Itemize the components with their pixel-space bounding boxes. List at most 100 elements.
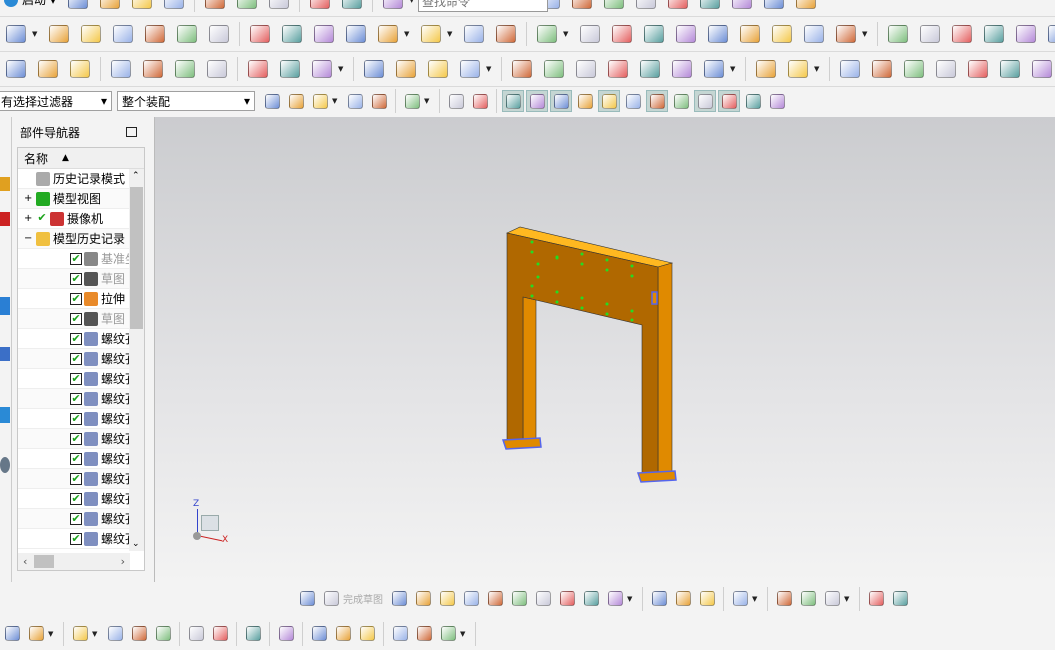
relation-browser-icon[interactable] [413,623,435,645]
table-icon[interactable] [541,56,567,82]
convert-icon[interactable] [889,588,911,610]
dimension-icon[interactable] [669,56,695,82]
make-corner-icon[interactable] [696,588,718,610]
tree-item[interactable]: ✔ 螺纹孔 [18,529,144,549]
new-file-icon[interactable] [97,0,123,13]
app-start-icon[interactable] [65,0,91,13]
profile-icon[interactable] [388,588,410,610]
edge-blend-icon[interactable] [673,21,699,47]
quadrant-icon[interactable] [670,90,692,112]
arrow-face-icon[interactable] [633,0,659,13]
tree-item[interactable]: ✔ 螺纹孔 [18,429,144,449]
endpoint-icon[interactable] [526,90,548,112]
sketch-shape-icon[interactable] [375,21,401,47]
dropdown-arrow-icon[interactable]: ▼ [404,30,412,38]
dropdown-arrow-icon[interactable]: ▼ [862,30,870,38]
curve-point-icon[interactable] [574,90,596,112]
dropdown-arrow-icon[interactable]: ▼ [460,630,468,638]
line-icon[interactable] [837,56,863,82]
dropdown-arrow-icon[interactable]: ▼ [447,30,455,38]
filter-icon[interactable] [285,90,307,112]
offset-icon[interactable] [604,588,626,610]
check-body-icon[interactable] [140,56,166,82]
select-filter-icon[interactable] [309,90,331,112]
point-folder-icon[interactable] [573,56,599,82]
revolve-icon[interactable] [78,21,104,47]
unite-icon[interactable] [418,21,444,47]
visibility-checkbox[interactable]: ✔ [70,312,82,325]
command-search-input[interactable] [418,0,548,12]
gray-box-icon[interactable] [601,0,627,13]
expand-toggle-icon[interactable]: − [24,233,36,244]
tree-item[interactable]: − 模型历史记录 [18,229,144,249]
blend-icon[interactable] [174,21,200,47]
layers-icon[interactable] [35,56,61,82]
expand-toggle-icon[interactable]: + [24,193,36,204]
dropdown-arrow-icon[interactable]: ▼ [92,630,100,638]
line-icon[interactable] [412,588,434,610]
tree-item[interactable]: ✔ 螺纹孔 [18,469,144,489]
new-component-icon[interactable] [104,623,126,645]
snap-point-icon[interactable] [502,90,524,112]
visibility-checkbox[interactable]: ✔ [70,472,82,485]
cylinder-icon[interactable] [361,56,387,82]
visibility-checkbox[interactable]: ✔ [70,392,82,405]
list2-icon[interactable] [729,0,755,13]
visibility-checkbox[interactable]: ✔ [70,452,82,465]
vertical-scrollbar[interactable]: ⌃ ⌄ [129,169,144,551]
start-menu-button[interactable]: 启动 ▾ [4,0,56,8]
finish-sketch-icon[interactable] [320,588,342,610]
link-geometry-icon[interactable] [389,623,411,645]
mirror-assembly-icon[interactable] [152,623,174,645]
hole-icon[interactable] [110,21,136,47]
circle-icon[interactable] [460,588,482,610]
body-select-icon[interactable] [469,90,491,112]
block-icon[interactable] [534,21,560,47]
tab-reuse-library[interactable] [0,297,10,315]
check-geometry-icon[interactable] [172,56,198,82]
tree-item[interactable]: ✔ 螺纹孔 [18,449,144,469]
undo-icon[interactable] [307,0,333,13]
clearance-icon[interactable] [437,623,459,645]
offset-curve-icon[interactable] [1029,56,1055,82]
tree-item[interactable]: ✔ 基准坐 [18,249,144,269]
visibility-checkbox[interactable]: ✔ [70,352,82,365]
axis-icon[interactable] [761,0,787,13]
mirror-icon[interactable] [833,21,859,47]
layer-settings-icon[interactable] [67,56,93,82]
dropdown-arrow-icon[interactable]: ▼ [332,97,340,105]
open-folder-icon[interactable] [129,0,155,13]
visibility-checkbox[interactable]: ✔ [70,532,82,545]
coil-icon[interactable] [425,56,451,82]
offset-face-icon[interactable] [247,21,273,47]
assembly-icon[interactable] [1,623,23,645]
tree-item[interactable]: ✔ 草图 (1 [18,269,144,289]
tree-item[interactable]: ✔ 拉伸 (2 [18,289,144,309]
dimension-icon[interactable] [729,588,751,610]
shade-icon[interactable] [569,0,595,13]
control-point-icon[interactable] [598,90,620,112]
move-component-icon[interactable] [128,623,150,645]
arc-icon[interactable] [869,56,895,82]
tree-item[interactable]: ✔ 螺纹孔 [18,349,144,369]
note-icon[interactable] [245,56,271,82]
visibility-checkbox[interactable]: ✔ [70,252,82,265]
tree-item[interactable]: ✔ 草图 (3 [18,309,144,329]
tree-item[interactable]: + 模型视图 [18,189,144,209]
point-on-surface-icon[interactable] [742,90,764,112]
diamond-icon[interactable] [793,0,819,13]
through-curves-icon[interactable] [885,21,911,47]
box-body-icon[interactable] [737,21,763,47]
dropdown-arrow-icon[interactable]: ▼ [48,630,56,638]
circle-folder-icon[interactable] [605,56,631,82]
explode-icon[interactable] [209,623,231,645]
dropdown-arrow-icon[interactable]: ▼ [627,595,635,603]
project-curve-icon[interactable] [965,56,991,82]
tab-web-browser[interactable] [0,347,10,361]
visibility-checkbox[interactable]: ✔ [70,432,82,445]
geometric-constraint-icon[interactable] [773,588,795,610]
n-sided-icon[interactable] [981,21,1007,47]
wave-link-icon[interactable] [275,623,297,645]
tab-roles[interactable] [0,457,10,473]
shell-icon[interactable] [206,21,232,47]
